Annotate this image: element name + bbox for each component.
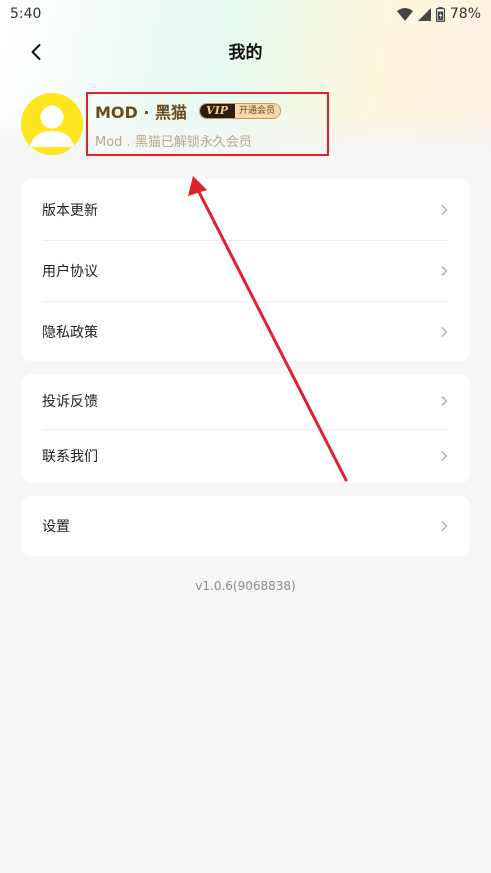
chevron-right-icon <box>441 396 448 407</box>
menu-item-label: 版本更新 <box>42 202 98 219</box>
open-membership-label: 开通会员 <box>238 106 275 116</box>
menu-item-label: 隐私政策 <box>42 324 98 341</box>
menu-item-label: 联系我们 <box>42 448 98 465</box>
back-button[interactable] <box>22 38 50 66</box>
user-name: MOD · 黑猫 <box>95 103 188 122</box>
menu-card-general: 版本更新 用户协议 隐私政策 <box>21 179 470 361</box>
menu-item-version-update[interactable]: 版本更新 <box>21 179 470 240</box>
name-row: MOD · 黑猫 VIP 开通会员 <box>95 99 281 123</box>
menu-item-label: 用户协议 <box>42 263 98 280</box>
signal-icon <box>417 7 431 21</box>
page-title: 我的 <box>228 42 263 63</box>
menu-item-label: 设置 <box>42 519 70 535</box>
menu-item-user-agreement[interactable]: 用户协议 <box>21 240 470 301</box>
menu-item-contact-us[interactable]: 联系我们 <box>21 428 470 484</box>
wifi-icon <box>396 7 413 21</box>
chevron-right-icon <box>441 450 448 461</box>
menu-item-privacy-policy[interactable]: 隐私政策 <box>21 301 470 362</box>
profile-section: MOD · 黑猫 VIP 开通会员 Mod . 黑猫已解锁永久会员 <box>21 92 481 156</box>
chevron-right-icon <box>441 265 448 276</box>
avatar[interactable] <box>21 93 83 155</box>
user-silhouette-icon <box>30 105 74 147</box>
vip-tag: VIP <box>200 104 235 118</box>
status-time: 5:40 <box>10 6 42 22</box>
menu-item-feedback[interactable]: 投诉反馈 <box>21 374 470 429</box>
battery-icon <box>435 6 445 22</box>
menu-item-settings[interactable]: 设置 <box>21 496 470 556</box>
chevron-right-icon <box>441 521 448 531</box>
chevron-left-icon <box>31 44 41 60</box>
status-bar: 5:40 78% <box>0 0 491 28</box>
vip-badge[interactable]: VIP 开通会员 <box>199 103 281 119</box>
app-header: 我的 <box>0 30 491 70</box>
chevron-right-icon <box>441 326 448 337</box>
menu-item-label: 投诉反馈 <box>42 394 98 411</box>
status-icons: 78% <box>396 6 481 22</box>
chevron-right-icon <box>441 204 448 215</box>
menu-card-settings: 设置 <box>21 496 470 556</box>
user-description: Mod . 黑猫已解锁永久会员 <box>95 135 252 150</box>
battery-percent: 78% <box>449 6 481 22</box>
menu-card-support: 投诉反馈 联系我们 <box>21 374 470 483</box>
profile-info-highlight[interactable]: MOD · 黑猫 VIP 开通会员 Mod . 黑猫已解锁永久会员 <box>86 92 329 156</box>
app-version: v1.0.6(9068838) <box>195 579 296 593</box>
